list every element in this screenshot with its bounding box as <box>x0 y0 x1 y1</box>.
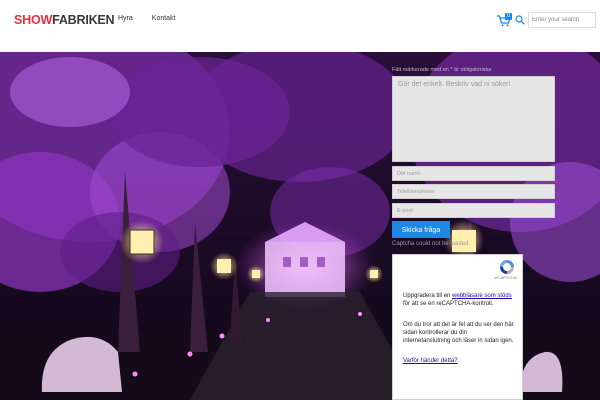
why-link[interactable]: Varför händer detta? <box>403 358 458 364</box>
nav-item-kontakt[interactable]: Kontakt <box>152 15 176 22</box>
nav-item-hyra[interactable]: Hyra <box>118 15 133 22</box>
cart-count-badge: 0 <box>505 13 512 20</box>
captcha-error-message: Om du tror att det är fel att du ser den… <box>403 322 514 344</box>
supported-browser-link[interactable]: webbläsare som stöds <box>452 293 512 299</box>
captcha-upgrade-message: Uppgradera till en webbläsare som stöds … <box>403 292 515 308</box>
site-header: SHOWFABRIKEN Hyra Kontakt 0 <box>0 0 600 53</box>
captcha-error-text: Captcha could not be loaded <box>392 241 469 247</box>
recaptcha-icon <box>500 260 514 274</box>
recaptcha-widget: reCAPTCHA Uppgradera till en webbläsare … <box>392 254 523 400</box>
why-link-wrapper: Varför händer detta? <box>403 357 515 365</box>
main-nav: Hyra Kontakt <box>118 15 176 22</box>
search-input[interactable] <box>528 12 596 28</box>
phone-field[interactable] <box>392 184 555 199</box>
recaptcha-brand-label: reCAPTCHA <box>494 275 517 280</box>
required-fields-note: Fält märkerade med en * är obligatoriska <box>392 67 492 73</box>
name-field[interactable] <box>392 166 555 181</box>
submit-button[interactable]: Skicka fråga <box>392 221 450 238</box>
email-field[interactable] <box>392 203 555 218</box>
message-textarea[interactable] <box>392 76 555 162</box>
logo-show-text: SHOW <box>14 13 53 27</box>
logo-fabriken-text: FABRIKEN <box>52 13 115 27</box>
search-icon[interactable] <box>515 15 525 25</box>
captcha-upgrade-text-end: för att se en reCAPTCHA-kontroll. <box>403 301 494 307</box>
site-logo[interactable]: SHOWFABRIKEN <box>14 13 115 27</box>
captcha-upgrade-text: Uppgradera till en <box>403 293 453 299</box>
